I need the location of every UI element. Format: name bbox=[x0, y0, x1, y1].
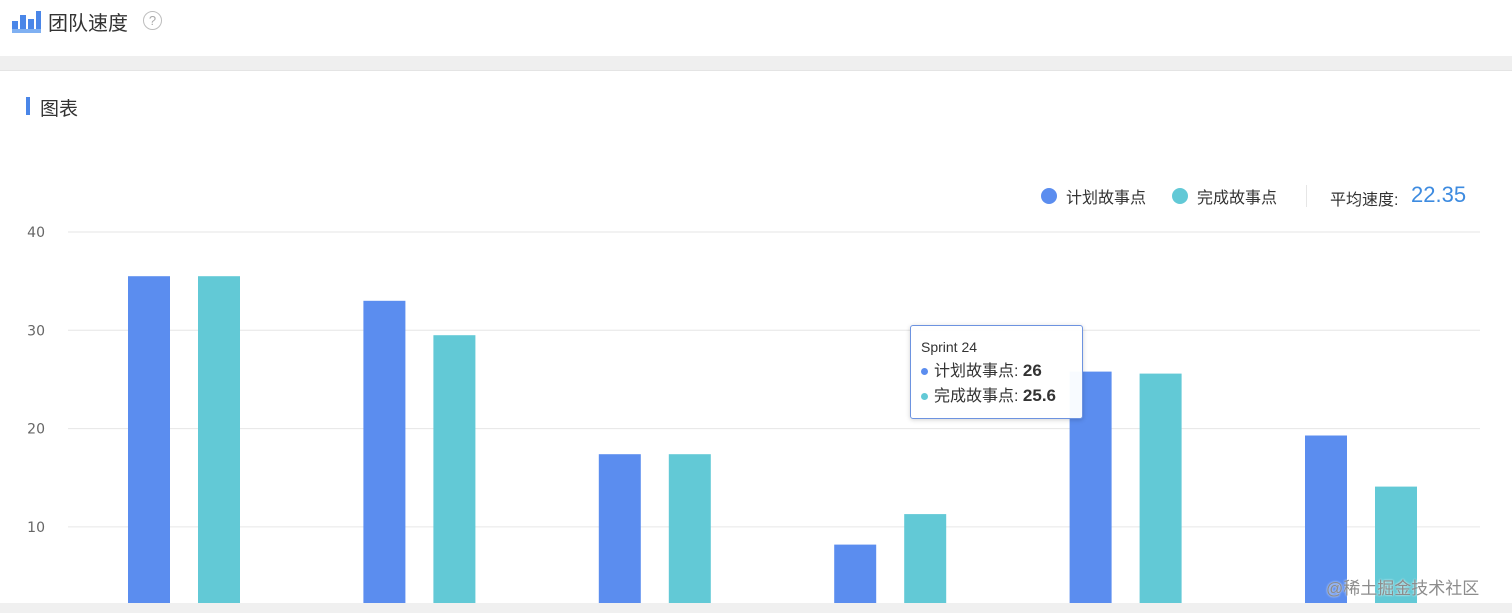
legend-completed-label: 完成故事点 bbox=[1197, 190, 1278, 207]
bar-planned-2[interactable] bbox=[363, 300, 406, 603]
bar-completed-1[interactable] bbox=[198, 276, 240, 603]
tooltip-title: Sprint 24 bbox=[921, 339, 978, 355]
velocity-bar-chart: 10 20 30 40 bbox=[27, 225, 1480, 603]
legend-item-completed[interactable]: 完成故事点 bbox=[1172, 183, 1277, 209]
average-velocity-value: 22.35 bbox=[1411, 182, 1467, 207]
bar-completed-3[interactable] bbox=[668, 454, 711, 603]
tooltip-completed-label: 完成故事点: bbox=[934, 388, 1023, 405]
legend-planned-label: 计划故事点 bbox=[1066, 190, 1147, 207]
average-velocity-label: 平均速度: bbox=[1330, 192, 1399, 209]
bar-planned-1[interactable] bbox=[128, 276, 170, 603]
bar-completed-2[interactable] bbox=[433, 335, 476, 603]
tooltip-planned-label: 计划故事点: bbox=[934, 363, 1023, 380]
legend-divider bbox=[1306, 185, 1307, 207]
chart-tooltip: Sprint 24 计划故事点: 26 完成故事点: 25.6 bbox=[910, 325, 1083, 419]
tooltip-planned-dot bbox=[921, 368, 928, 376]
bottom-strip bbox=[0, 603, 1512, 613]
tooltip-completed-dot bbox=[921, 393, 928, 401]
y-tick-label: 40 bbox=[27, 225, 45, 241]
legend-completed-swatch bbox=[1172, 188, 1188, 204]
bar-completed-5[interactable] bbox=[1139, 373, 1182, 603]
watermark: @稀土掘金技术社区 bbox=[1326, 579, 1480, 598]
tooltip-row-planned: 计划故事点: 26 bbox=[921, 359, 1072, 384]
bar-planned-4[interactable] bbox=[834, 544, 877, 603]
bar-planned-3[interactable] bbox=[598, 454, 641, 603]
legend-item-planned[interactable]: 计划故事点 bbox=[1041, 183, 1146, 209]
tooltip-completed-value: 25.6 bbox=[1022, 386, 1056, 405]
y-tick-label: 30 bbox=[27, 323, 45, 339]
legend-planned-swatch bbox=[1041, 188, 1057, 204]
tooltip-planned-value: 26 bbox=[1022, 361, 1042, 380]
bar-completed-4[interactable] bbox=[904, 514, 947, 603]
y-tick-label: 20 bbox=[27, 422, 45, 438]
tooltip-row-completed: 完成故事点: 25.6 bbox=[921, 384, 1072, 409]
y-tick-label: 10 bbox=[27, 520, 45, 536]
